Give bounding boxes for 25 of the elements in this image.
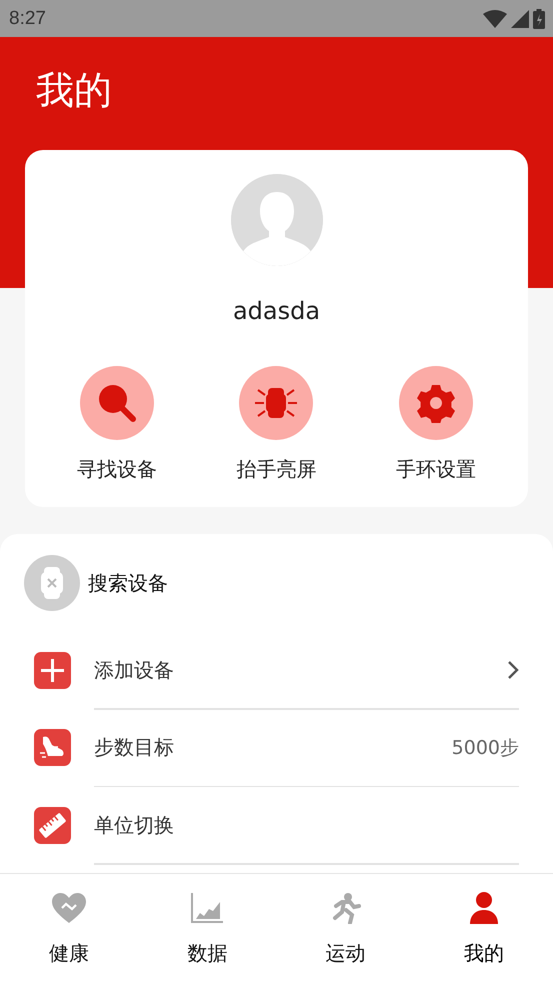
battery-icon	[533, 8, 545, 28]
action-button[interactable]: 手环设置	[371, 366, 502, 482]
settings-icon	[416, 383, 456, 423]
signal-icon	[511, 10, 529, 28]
watch-off-icon	[24, 555, 80, 611]
shoe-icon	[34, 729, 71, 766]
user-name: adasda	[232, 296, 320, 326]
settings-row[interactable]: 步数目标 5000步	[0, 710, 553, 786]
clock: 8:27	[9, 8, 46, 30]
nav-tab[interactable]: 运动	[276, 874, 415, 984]
wifi-icon	[483, 10, 507, 28]
search-device-label[interactable]: 搜索设备	[88, 570, 168, 596]
action-button[interactable]: 抬手亮屏	[211, 366, 342, 482]
nav-tab[interactable]: 我的	[414, 874, 553, 984]
area-chart-icon[interactable]	[190, 892, 224, 924]
plus-icon	[34, 652, 71, 688]
ruler-icon	[34, 806, 71, 844]
settings-row[interactable]: 添加设备	[0, 632, 553, 708]
chevron-right-icon	[507, 660, 519, 680]
action-button[interactable]: 寻找设备	[52, 366, 182, 482]
nav-tab[interactable]: 健康	[0, 874, 138, 984]
settings-row[interactable]: 单位切换	[0, 787, 553, 863]
page-title: 我的	[36, 67, 112, 114]
heart-icon[interactable]	[51, 892, 88, 924]
nav-tab[interactable]: 数据	[138, 874, 276, 984]
